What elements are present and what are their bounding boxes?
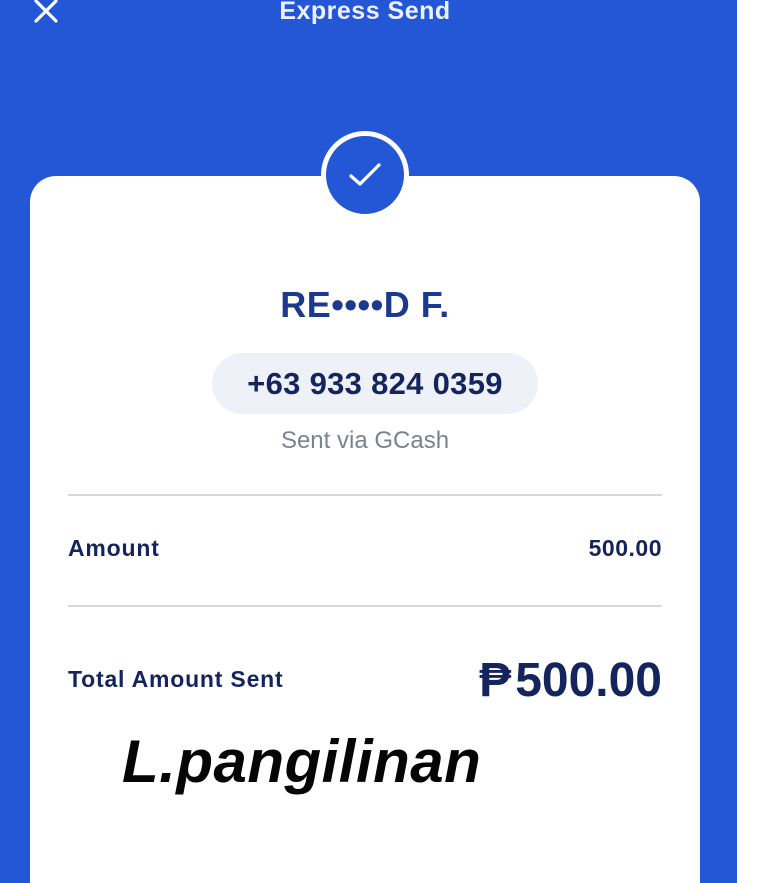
name-overlay: L.pangilinan [110,716,540,806]
success-badge [321,131,409,219]
express-send-screen: Express Send RE••••D F. +63 933 824 0359… [0,0,737,883]
screenshot-margin [737,0,757,883]
page-title: Express Send [279,0,451,25]
total-amount-label: Total Amount Sent [68,666,284,692]
divider [68,605,662,607]
total-amount-number: 500.00 [515,654,662,707]
divider [68,494,662,496]
check-icon [349,163,381,186]
recipient-phone: +63 933 824 0359 [212,353,538,414]
amount-label: Amount [68,535,160,561]
recipient-phone-text: +63 933 824 0359 [247,365,503,401]
name-overlay-text: L.pangilinan [122,727,482,795]
currency-symbol: ₱ [479,654,512,707]
amount-value: 500.00 [588,535,662,561]
total-amount-value: ₱ 500.00 [479,652,662,710]
sent-via-label: Sent via GCash [280,427,450,454]
recipient-name: RE••••D F. [280,284,450,325]
